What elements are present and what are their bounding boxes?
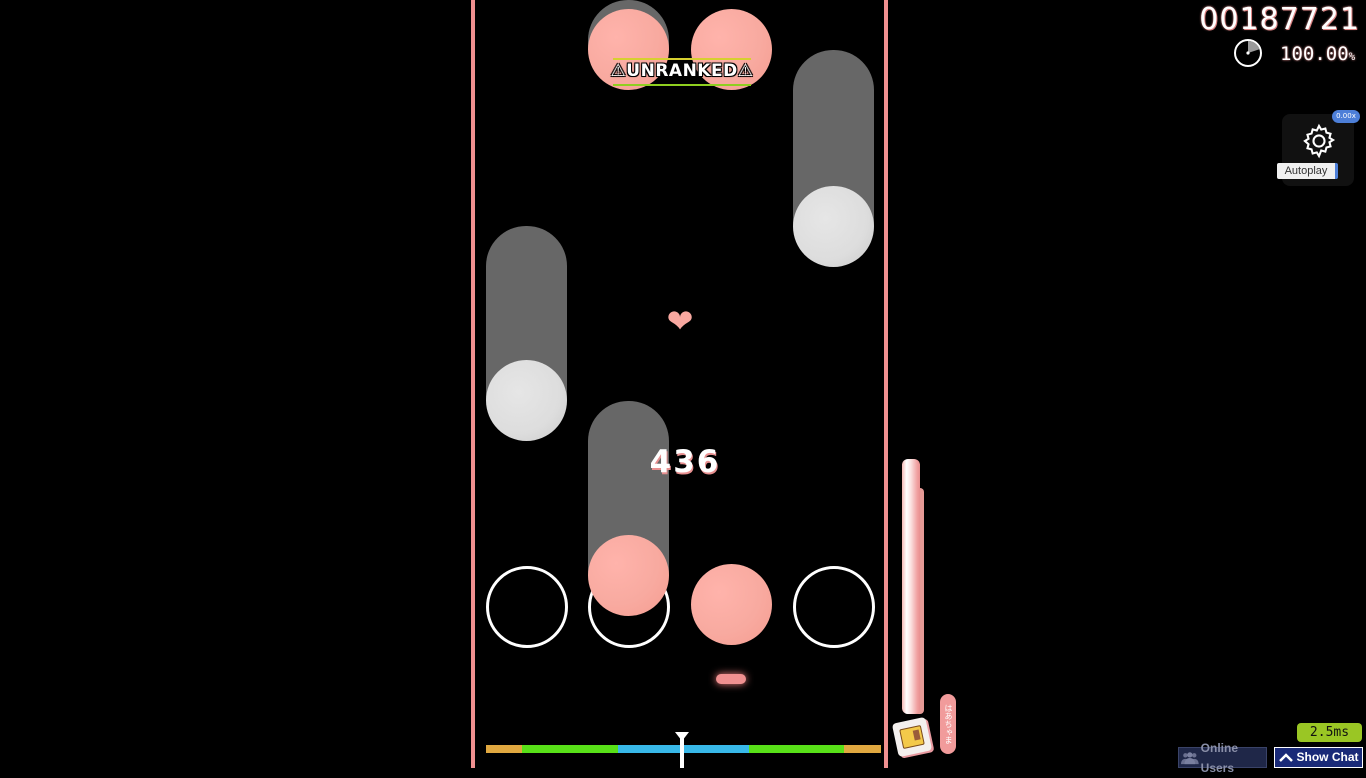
users-icon	[1181, 751, 1199, 764]
hold-note-head	[486, 360, 567, 441]
pie-center-dot	[1246, 51, 1250, 55]
latency-badge: 2.5ms	[1297, 723, 1362, 742]
combo-counter: 436	[649, 444, 721, 480]
online-users-button[interactable]: Online Users	[1178, 741, 1267, 775]
gear-icon	[1303, 123, 1336, 159]
chevron-up-icon	[1278, 752, 1293, 762]
mod-label-autoplay: Autoplay	[1277, 163, 1338, 179]
judgement-indicator	[716, 674, 746, 684]
banner-line	[613, 84, 751, 86]
health-bar-fill	[902, 459, 920, 714]
unranked-label: ⚠UNRANKED⚠	[610, 61, 754, 81]
accuracy-display: 100.00%	[1280, 43, 1355, 65]
hold-note-head	[588, 535, 669, 616]
hold-note-head	[793, 186, 874, 267]
heart-icon: ❤	[666, 302, 694, 340]
lane-receptor-1	[486, 566, 568, 648]
hit-window-meh	[486, 745, 522, 753]
playfield-border-right	[884, 0, 888, 768]
show-chat-button[interactable]: Show Chat	[1274, 747, 1363, 768]
mod-multiplier-badge: 0.00x	[1332, 110, 1360, 123]
lane-receptor-4	[793, 566, 875, 648]
accuracy-unit: %	[1348, 50, 1356, 63]
hit-window-meh	[844, 745, 881, 753]
hit-window-good	[749, 745, 844, 753]
show-chat-label: Show Chat	[1296, 750, 1359, 764]
banner-line	[613, 58, 751, 60]
note	[691, 564, 772, 645]
unranked-banner: ⚠UNRANKED⚠	[605, 58, 759, 86]
hit-window-good	[522, 745, 618, 753]
package-icon	[899, 724, 925, 750]
pie-progress-slice	[1248, 41, 1260, 53]
playfield-border-left	[471, 0, 475, 768]
online-users-label: Online Users	[1200, 740, 1238, 775]
hit-error-arrow-icon	[675, 732, 689, 741]
score-counter: 00187721	[1199, 2, 1360, 37]
accuracy-progress-pie-icon	[1234, 39, 1262, 67]
health-tag-label: はあちゃま	[940, 694, 956, 754]
accuracy-value: 100.00	[1280, 43, 1349, 65]
health-character-icon	[891, 716, 933, 758]
